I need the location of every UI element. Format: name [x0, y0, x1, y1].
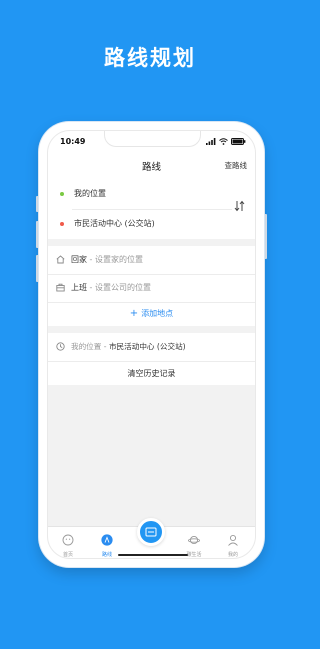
- favorite-home-desc: 设置家的位置: [94, 255, 143, 264]
- clock-icon: [56, 342, 65, 351]
- home-icon: [56, 255, 65, 264]
- favorite-home-label: 回家: [71, 255, 87, 264]
- favorites-card: 回家 - 设置家的位置 上班 - 设置公司的位置 + 添加地点: [48, 246, 255, 326]
- plus-icon: +: [129, 308, 139, 319]
- destination-text: 市民活动中心 (公交站): [74, 219, 155, 228]
- phone-screen: 10:49 路线 查路线 我的位置 市民活动中心 (公交站) 回家 - 设置家的…: [47, 130, 256, 559]
- wifi-icon: [219, 138, 228, 145]
- tab-bus-card[interactable]: [137, 518, 165, 546]
- add-place-label: 添加地点: [141, 309, 174, 318]
- nav-bar: 路线 查路线: [48, 153, 255, 179]
- planet-icon: [188, 535, 200, 545]
- notch: [104, 131, 201, 147]
- tab-mine[interactable]: 我的: [218, 531, 248, 558]
- section-gap: [48, 326, 255, 333]
- tab-mine-label: 我的: [227, 552, 238, 558]
- home-indicator: [118, 554, 188, 556]
- route-icon: [101, 534, 113, 546]
- origin-text: 我的位置: [74, 189, 106, 198]
- signal-icon: [206, 138, 216, 145]
- add-place-button[interactable]: + 添加地点: [48, 302, 255, 326]
- favorite-work-separator: -: [87, 283, 95, 292]
- swap-icon[interactable]: [234, 200, 245, 212]
- history-to: 市民活动中心 (公交站): [108, 342, 186, 351]
- clear-history-button[interactable]: 清空历史记录: [48, 361, 255, 385]
- history-from: 我的位置: [71, 342, 102, 351]
- status-icons: [206, 138, 246, 145]
- home-face-icon: [62, 534, 74, 546]
- favorite-work-row[interactable]: 上班 - 设置公司的位置: [48, 274, 255, 303]
- section-gap: [48, 239, 255, 246]
- origin-dot: [60, 192, 64, 196]
- favorite-home-text: 回家 - 设置家的位置: [71, 254, 143, 265]
- destination-row[interactable]: 市民活动中心 (公交站): [48, 209, 228, 239]
- route-card: 我的位置 市民活动中心 (公交站): [48, 179, 255, 239]
- favorite-work-text: 上班 - 设置公司的位置: [71, 282, 151, 293]
- history-text: 我的位置 - 市民活动中心 (公交站): [71, 341, 186, 352]
- origin-row[interactable]: 我的位置: [48, 179, 228, 209]
- briefcase-icon: [56, 283, 65, 292]
- favorite-work-label: 上班: [71, 283, 87, 292]
- user-icon: [228, 534, 238, 546]
- tab-home[interactable]: 首页: [53, 531, 83, 558]
- battery-icon: [231, 138, 246, 145]
- history-separator: -: [101, 342, 109, 351]
- favorite-home-row[interactable]: 回家 - 设置家的位置: [48, 246, 255, 275]
- favorite-work-desc: 设置公司的位置: [94, 283, 151, 292]
- status-time: 10:49: [60, 137, 86, 146]
- search-route-button[interactable]: 查路线: [225, 160, 248, 171]
- tab-bar: 首页 路线 碳生活 我的: [48, 518, 255, 558]
- bus-card-icon: [145, 527, 157, 537]
- history-card: 我的位置 - 市民活动中心 (公交站) 清空历史记录: [48, 333, 255, 385]
- destination-dot: [60, 222, 64, 226]
- history-item[interactable]: 我的位置 - 市民活动中心 (公交站): [48, 333, 255, 361]
- phone-side-button: [264, 214, 267, 259]
- promo-title: 路线规划: [104, 46, 196, 70]
- tab-home-label: 首页: [62, 552, 73, 558]
- favorite-home-separator: -: [87, 255, 95, 264]
